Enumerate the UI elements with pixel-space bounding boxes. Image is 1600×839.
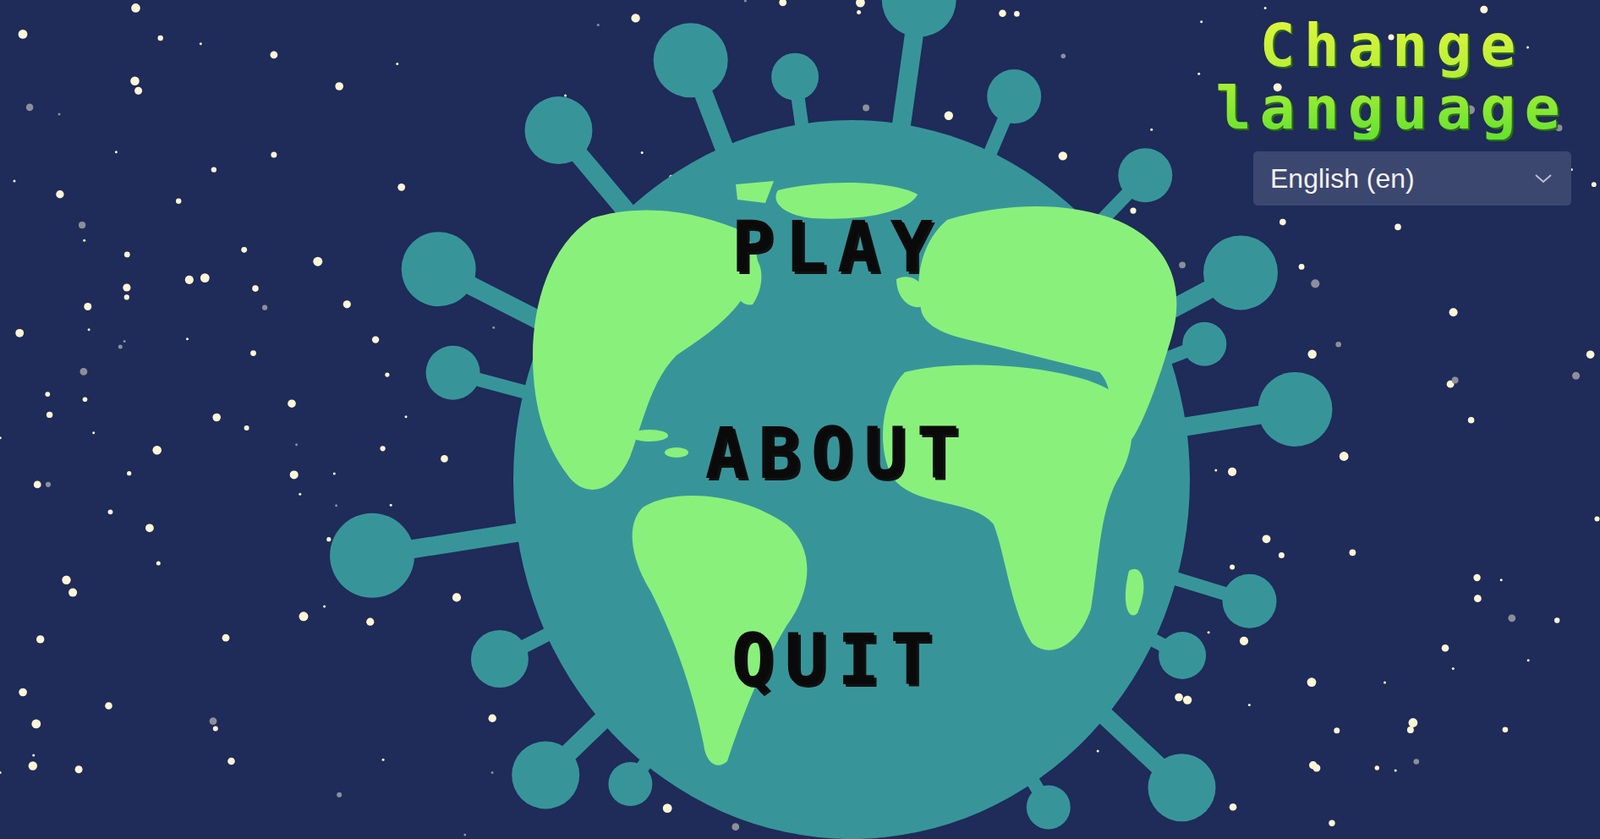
dropdown-value: English (en) bbox=[1270, 163, 1415, 195]
chevron-down-icon bbox=[1534, 172, 1553, 185]
play-button[interactable]: PLAY bbox=[728, 211, 947, 283]
language-dropdown[interactable]: English (en) bbox=[1253, 151, 1572, 206]
quit-button[interactable]: QUIT bbox=[728, 624, 947, 696]
about-button[interactable]: ABOUT bbox=[701, 417, 974, 489]
main-menu: PLAY ABOUT QUIT Change language English (en… bbox=[0, 0, 1600, 839]
change-language-title: Change language bbox=[1193, 15, 1591, 140]
language-panel: Change language English (en) bbox=[1190, 15, 1594, 206]
